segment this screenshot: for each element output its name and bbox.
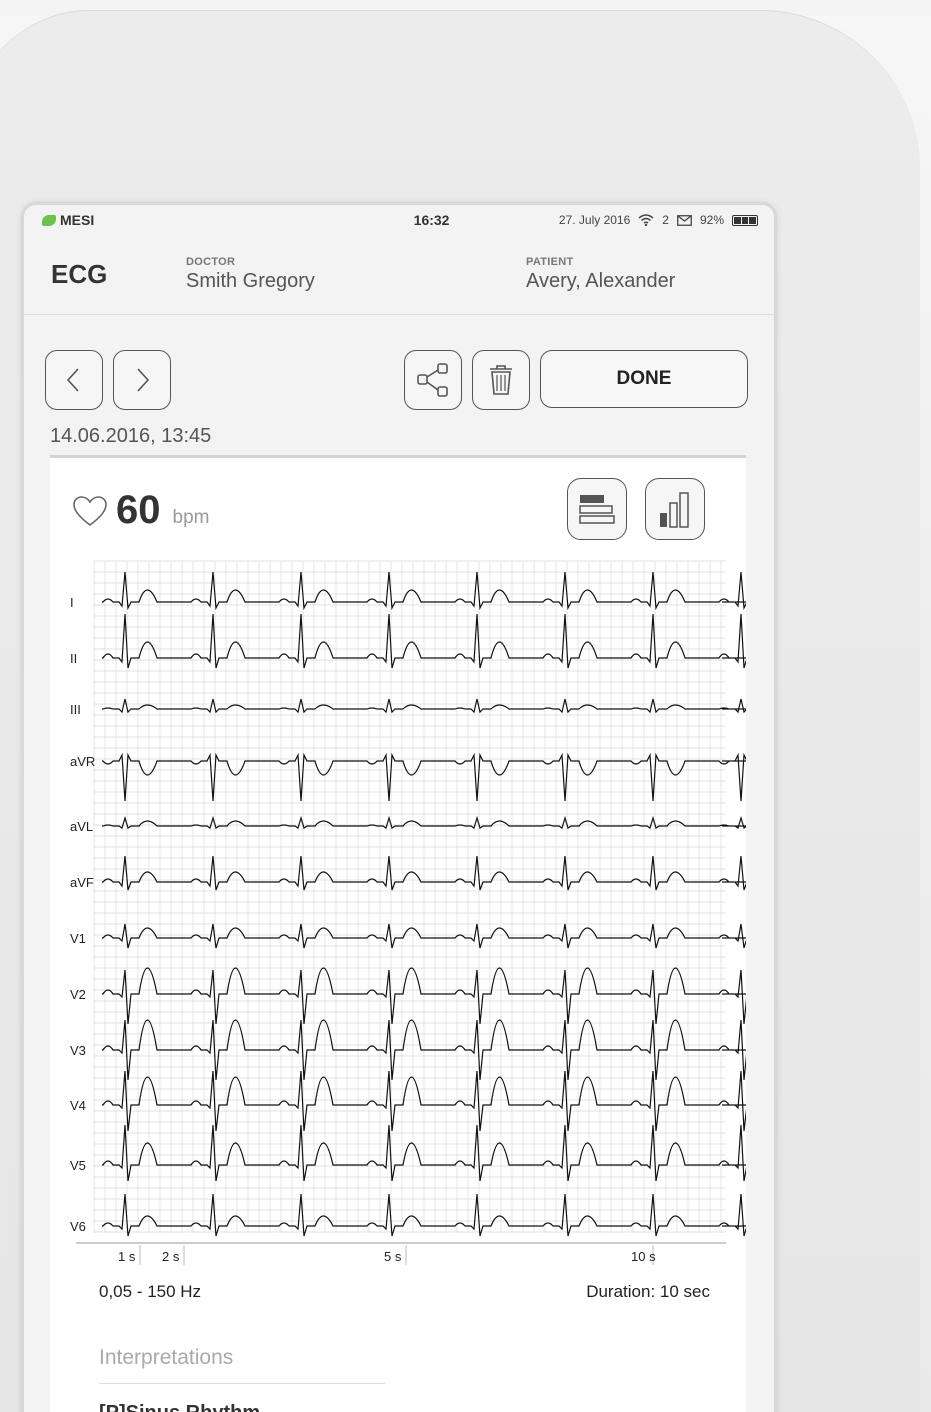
ecg-grid — [93, 560, 726, 1233]
lead-label: III — [70, 702, 81, 717]
time-label: 2 s — [162, 1249, 180, 1264]
time-label: 5 s — [384, 1249, 402, 1264]
lead-label: aVL — [70, 819, 93, 834]
interpretation-item: [P]Sinus Rhythm — [99, 1402, 260, 1412]
share-icon — [417, 363, 448, 397]
lead-label: V5 — [70, 1158, 86, 1173]
ecg-card: 60 bpm I II III aVR aVL aVF V1 V2 V3 V4 V5 V6 1 s2 s… — [50, 455, 746, 1412]
time-label: 10 s — [631, 1249, 656, 1264]
share-button[interactable] — [404, 350, 462, 410]
patient-info: PATIENT Avery, Alexander — [526, 256, 675, 293]
mail-icon — [677, 214, 692, 226]
interpretations-divider — [99, 1383, 385, 1384]
patient-name: Avery, Alexander — [526, 270, 676, 292]
heart-rate-value: 60 — [116, 488, 161, 532]
recording-duration: Duration: 10 sec — [586, 1282, 710, 1301]
heart-rate: 60 bpm — [72, 488, 209, 533]
trash-icon — [490, 365, 512, 395]
status-bar: MESI 16:32 27. July 2016 2 92% — [24, 205, 774, 235]
list-view-button[interactable] — [567, 478, 627, 540]
battery-icon — [732, 214, 758, 226]
lead-label: V3 — [70, 1043, 86, 1058]
brand-label: MESI — [60, 212, 95, 228]
patient-caption: PATIENT — [526, 256, 574, 268]
record-date: 14.06.2016, 13:45 — [50, 425, 212, 447]
lead-label: I — [70, 595, 74, 610]
app-header: ECG DOCTOR Smith Gregory PATIENT Avery, … — [24, 235, 774, 315]
done-button[interactable]: DONE — [540, 350, 748, 408]
doctor-name: Smith Gregory — [186, 270, 315, 292]
wifi-icon — [638, 214, 654, 226]
battery-percent: 92% — [699, 213, 724, 227]
bar-chart-icon — [660, 492, 689, 528]
status-date: 27. July 2016 — [558, 213, 631, 227]
heart-icon — [73, 495, 107, 526]
page-title: ECG — [51, 259, 108, 289]
list-view-icon — [579, 495, 615, 524]
delete-button[interactable] — [472, 350, 530, 410]
doctor-caption: DOCTOR — [186, 256, 236, 268]
lead-label: V6 — [70, 1219, 86, 1234]
next-button[interactable] — [113, 350, 171, 410]
lead-label: aVF — [70, 875, 94, 890]
previous-button[interactable] — [45, 350, 103, 410]
chevron-right-icon — [137, 368, 150, 392]
doctor-info: DOCTOR Smith Gregory — [186, 256, 526, 293]
mail-count: 2 — [662, 213, 669, 227]
chevron-left-icon — [66, 368, 79, 392]
toolbar: DONE — [24, 315, 774, 415]
lead-label: V1 — [70, 931, 86, 946]
lead-label: II — [70, 651, 77, 666]
heart-rate-unit: bpm — [172, 507, 210, 528]
brand: MESI — [42, 212, 94, 228]
lead-label: V2 — [70, 987, 86, 1002]
lead-label: V4 — [70, 1098, 86, 1113]
ecg-chart: IIIIIIaVRaVLaVFV1V2V3V4V5V61 s2 s5 s 10 s — [70, 560, 746, 1265]
tablet-screen: MESI 16:32 27. July 2016 2 92% ECG DOCTO… — [24, 205, 774, 1412]
clock: 16:32 — [413, 212, 450, 228]
mesi-logo-icon — [42, 214, 56, 226]
lead-label: aVR — [70, 754, 95, 769]
bar-view-button[interactable] — [645, 478, 705, 540]
time-label: 1 s — [118, 1249, 136, 1264]
interpretations-title: Interpretations — [99, 1346, 234, 1369]
status-indicators: 27. July 2016 2 92% — [559, 213, 758, 227]
filter-range: 0,05 - 150 Hz — [99, 1282, 202, 1301]
